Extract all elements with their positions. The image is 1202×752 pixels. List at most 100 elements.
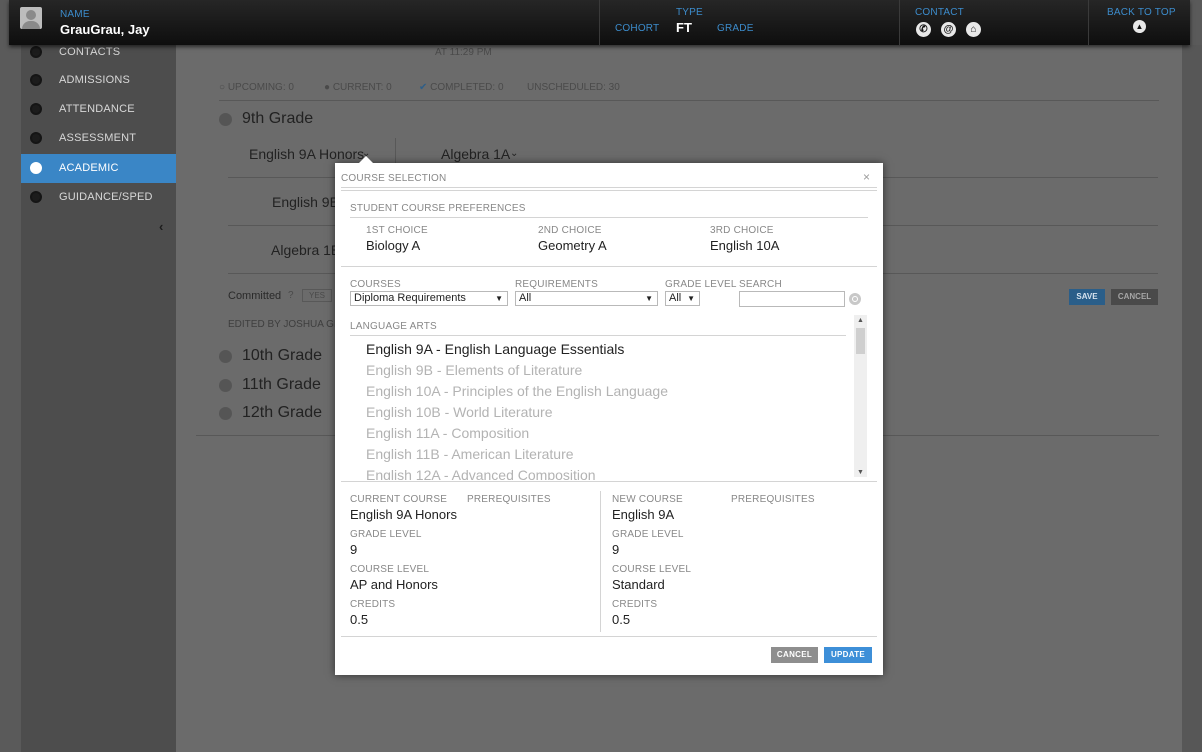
list-item: English 10A - Principles of the English … [366,383,668,399]
second-choice-label: 2ND CHOICE [538,225,602,236]
chevron-down-icon[interactable]: ⌄ [510,148,518,159]
grade-level-select[interactable]: All ▼ [665,291,700,306]
page-right-margin [1182,45,1202,752]
course-algebra-1b[interactable]: Algebra 1B [271,242,340,258]
current-course-level-value: AP and Honors [350,577,438,592]
divider [219,100,1159,101]
top-header: NAME GrauGrau, Jay TYPE COHORT FT GRADE … [9,0,1190,45]
status-upcoming: ○ UPCOMING: 0 [219,82,294,93]
grade-title-11[interactable]: 11th Grade [242,376,321,394]
preferences-heading: STUDENT COURSE PREFERENCES [350,203,526,214]
third-choice-value: English 10A [710,238,780,253]
list-item: English 10B - World Literature [366,404,553,420]
status-current-text: CURRENT: 0 [332,82,392,93]
attendance-icon [30,103,42,115]
collapse-sidebar-icon[interactable]: ‹ [159,219,163,234]
phone-icon[interactable]: ✆ [916,22,931,37]
new-prerequisites-label: PREREQUISITES [731,494,815,505]
cohort-label: COHORT [615,23,660,34]
expand-grade-icon[interactable] [219,350,232,363]
dialog-title: COURSE SELECTION [341,173,447,184]
dropdown-arrow-icon: ▼ [687,294,695,303]
courses-select[interactable]: Diploma Requirements ▼ [350,291,508,306]
course-category-heading: LANGUAGE ARTS [350,321,437,332]
contact-label: CONTACT [915,7,964,18]
status-completed: ✔ COMPLETED: 0 [419,82,504,93]
course-english-9b[interactable]: English 9B [272,194,339,210]
divider [350,335,846,336]
grade-title-12[interactable]: 12th Grade [242,404,322,422]
cancel-button[interactable]: CANCEL [771,647,818,663]
sidebar-item-guidance-sped[interactable]: GUIDANCE/SPED [21,183,176,212]
expand-grade-icon[interactable] [219,379,232,392]
avatar[interactable] [20,7,42,29]
course-algebra-1a[interactable]: Algebra 1A [441,146,510,162]
list-item[interactable]: English 9A - English Language Essentials [366,341,624,357]
expand-grade-icon[interactable] [219,407,232,420]
edited-by: EDITED BY JOSHUA GR [228,319,342,330]
search-input[interactable] [739,291,845,307]
sidebar-item-admissions[interactable]: ADMISSIONS [21,66,176,95]
third-choice-label: 3RD CHOICE [710,225,774,236]
divider [341,481,877,482]
scroll-thumb[interactable] [856,328,865,354]
new-course-value: English 9A [612,507,675,522]
course-list: English 9A - English Language Essentials… [335,337,853,480]
type-value: FT [676,20,692,35]
chevron-up-icon[interactable]: ▲ [1133,20,1146,33]
current-credits-label: CREDITS [350,599,396,610]
committed-label: Committed [228,290,282,302]
student-name: GrauGrau, Jay [60,22,150,37]
save-button[interactable]: SAVE [1069,289,1105,305]
list-item: English 9B - Elements of Literature [366,362,583,378]
sidebar-item-academic[interactable]: ACADEMIC [21,154,183,183]
grade-level-select-value: All [669,292,682,304]
search-icon[interactable] [849,293,861,305]
column-divider [600,491,601,632]
sidebar-item-label: GUIDANCE/SPED [59,191,153,203]
sidebar-item-label: ATTENDANCE [59,103,135,115]
divider [350,217,868,218]
first-choice-label: 1ST CHOICE [366,225,428,236]
status-current: ● CURRENT: 0 [324,82,392,93]
grade-title-10[interactable]: 10th Grade [242,347,322,365]
requirements-filter-label: REQUIREMENTS [515,279,598,290]
admissions-icon [30,74,42,86]
list-item: English 11A - Composition [366,425,530,441]
new-grade-level-value: 9 [612,542,620,557]
sidebar-item-attendance[interactable]: ATTENDANCE [21,95,176,124]
home-icon[interactable]: ⌂ [966,22,981,37]
email-at-icon[interactable]: @ [941,22,956,37]
grade-level-filter-label: GRADE LEVEL [665,279,737,290]
divider [341,636,877,637]
new-course-label: NEW COURSE [612,494,683,505]
course-english-9a-honors[interactable]: English 9A Honors [249,146,364,162]
committed-yes-toggle[interactable]: YES [302,289,333,302]
divider [341,187,877,188]
new-credits-value: 0.5 [612,612,631,627]
sidebar: CONTACTS ADMISSIONS ATTENDANCE ASSESSMEN… [21,45,183,752]
back-to-top-link[interactable]: BACK TO TOP [1107,7,1176,18]
type-label: TYPE [676,7,703,18]
list-item: English 12A - Advanced Composition [366,467,596,480]
close-icon[interactable]: × [863,170,870,184]
current-course-level-label: COURSE LEVEL [350,564,430,575]
collapse-grade-icon[interactable] [219,113,232,126]
sidebar-item-assessment[interactable]: ASSESSMENT [21,124,176,153]
new-grade-level-label: GRADE LEVEL [612,529,684,540]
help-icon[interactable]: ? [288,290,294,301]
course-list-scrollbar[interactable]: ▲ ▼ [854,315,867,477]
list-item: English 11B - American Literature [366,446,574,462]
contacts-icon [30,46,42,58]
search-label: SEARCH [739,279,782,290]
sidebar-item-label: ADMISSIONS [59,74,131,86]
current-grade-level-value: 9 [350,542,358,557]
scroll-down-icon[interactable]: ▼ [857,469,864,476]
new-course-level-value: Standard [612,577,665,592]
cancel-button[interactable]: CANCEL [1111,289,1158,305]
update-button[interactable]: UPDATE [824,647,872,663]
scroll-up-icon[interactable]: ▲ [857,317,864,324]
requirements-select[interactable]: All ▼ [515,291,658,306]
grade-title-9[interactable]: 9th Grade [242,110,313,128]
current-grade-level-label: GRADE LEVEL [350,529,422,540]
